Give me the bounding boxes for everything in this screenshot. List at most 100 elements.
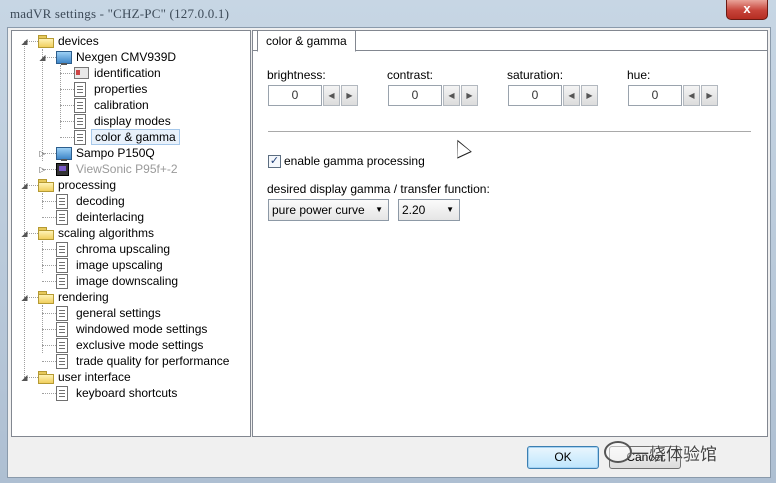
saturation-increase-button[interactable]: ▶ — [581, 85, 598, 106]
gamma-value: 2.20 — [402, 203, 426, 217]
tree-item[interactable]: keyboard shortcuts — [12, 385, 248, 401]
tree-item[interactable]: ◢ scaling algorithms — [12, 225, 248, 241]
gamma-processing-checkbox[interactable]: ✓ — [268, 155, 281, 168]
collapse-arrow-icon[interactable]: ◢ — [20, 181, 29, 190]
settings-tree[interactable]: ◢ devices ◢ Nexgen CMV939D identification pro… — [11, 30, 251, 437]
tree-item[interactable]: decoding — [12, 193, 248, 209]
ok-button[interactable]: OK — [527, 446, 599, 469]
collapse-arrow-icon[interactable]: ◢ — [20, 373, 29, 382]
tree-item-label: decoding — [76, 194, 125, 208]
tree-item[interactable]: color & gamma — [12, 129, 248, 145]
brightness-increase-button[interactable]: ▶ — [341, 85, 358, 106]
tree-item[interactable]: ◢ processing — [12, 177, 248, 193]
tree-guide-line — [60, 105, 74, 106]
document-icon — [56, 386, 68, 401]
saturation-input[interactable]: 0 — [508, 85, 562, 106]
window-title: madVR settings - "CHZ-PC" (127.0.0.1) — [10, 6, 230, 21]
tab-color-gamma[interactable]: color & gamma — [257, 30, 356, 52]
tree-item[interactable]: windowed mode settings — [12, 321, 248, 337]
tree-item-label: properties — [94, 82, 148, 96]
tree-item[interactable]: ◢ devices — [12, 33, 248, 49]
separator — [268, 131, 751, 132]
tree-item-label: color & gamma — [91, 129, 180, 145]
brightness-label: brightness: — [267, 68, 326, 82]
collapse-arrow-icon[interactable]: ◢ — [20, 293, 29, 302]
curve-type-select[interactable]: pure power curve ▼ — [268, 199, 389, 221]
tree-item-label: chroma upscaling — [76, 242, 171, 256]
tree-item-label: user interface — [58, 370, 131, 384]
tree-item[interactable]: identification — [12, 65, 248, 81]
document-icon — [56, 274, 68, 289]
document-icon — [56, 210, 68, 225]
tree-item[interactable]: exclusive mode settings — [12, 337, 248, 353]
tv-icon — [56, 163, 69, 176]
tree-item[interactable]: trade quality for performance — [12, 353, 248, 369]
contrast-decrease-button[interactable]: ◀ — [443, 85, 460, 106]
tree-item[interactable]: ◢ user interface — [12, 369, 248, 385]
tree-item[interactable]: calibration — [12, 97, 248, 113]
chevron-down-icon: ▼ — [446, 205, 454, 214]
tree-item-label: Sampo P150Q — [76, 146, 155, 160]
tree-item-label: scaling algorithms — [58, 226, 155, 240]
collapse-arrow-icon[interactable]: ◢ — [20, 37, 29, 46]
gamma-processing-label[interactable]: enable gamma processing — [284, 154, 425, 168]
tree-item[interactable]: ◢ rendering — [12, 289, 248, 305]
tree-guide-line — [42, 249, 56, 250]
tree-item[interactable]: image downscaling — [12, 273, 248, 289]
expand-arrow-icon[interactable]: ▷ — [38, 165, 47, 174]
expand-arrow-icon[interactable]: ▷ — [38, 149, 47, 158]
brightness-input[interactable]: 0 — [268, 85, 322, 106]
saturation-decrease-button[interactable]: ◀ — [563, 85, 580, 106]
tree-item-label: calibration — [94, 98, 149, 112]
hue-increase-button[interactable]: ▶ — [701, 85, 718, 106]
folder-icon — [38, 291, 54, 304]
gamma-value-select[interactable]: 2.20 ▼ — [398, 199, 460, 221]
tree-item-label: image upscaling — [76, 258, 163, 272]
tree-item[interactable]: deinterlacing — [12, 209, 248, 225]
tree-item-label: rendering — [58, 290, 109, 304]
gamma-function-label: desired display gamma / transfer functio… — [267, 182, 490, 196]
tree-item-label: general settings — [76, 306, 161, 320]
tree-guide-line — [60, 73, 74, 74]
hue-input[interactable]: 0 — [628, 85, 682, 106]
hue-decrease-button[interactable]: ◀ — [683, 85, 700, 106]
collapse-arrow-icon[interactable]: ◢ — [38, 53, 47, 62]
tree-item[interactable]: general settings — [12, 305, 248, 321]
tree-item-label: display modes — [94, 114, 171, 128]
contrast-input[interactable]: 0 — [388, 85, 442, 106]
brightness-decrease-button[interactable]: ◀ — [323, 85, 340, 106]
collapse-arrow-icon[interactable]: ◢ — [20, 229, 29, 238]
tree-guide-line — [42, 393, 56, 394]
hue-label: hue: — [627, 68, 651, 82]
tree-item[interactable]: properties — [12, 81, 248, 97]
tree-item-label: keyboard shortcuts — [76, 386, 178, 400]
folder-icon — [38, 179, 54, 192]
tree-guide-line — [60, 89, 74, 90]
tree-item-label: trade quality for performance — [76, 354, 230, 368]
settings-window: madVR settings - "CHZ-PC" (127.0.0.1) x … — [0, 0, 776, 483]
tree-guide-line — [42, 313, 56, 314]
curve-type-value: pure power curve — [272, 203, 365, 217]
monitor-icon — [56, 51, 72, 65]
tree-guide-line — [42, 265, 56, 266]
document-icon — [56, 194, 68, 209]
close-button[interactable]: x — [726, 0, 768, 20]
tree-item-label: devices — [58, 34, 99, 48]
contrast-increase-button[interactable]: ▶ — [461, 85, 478, 106]
folder-icon — [38, 371, 54, 384]
document-icon — [74, 82, 86, 97]
tree-item[interactable]: ▷ Sampo P150Q — [12, 145, 248, 161]
tree-guide-line — [42, 329, 56, 330]
tree-item[interactable]: image upscaling — [12, 257, 248, 273]
client-area: ◢ devices ◢ Nexgen CMV939D identification pro… — [7, 27, 771, 478]
tree-item[interactable]: ▷ ViewSonic P95f+-2 — [12, 161, 248, 177]
tree-item[interactable]: display modes — [12, 113, 248, 129]
tree-item[interactable]: ◢ Nexgen CMV939D — [12, 49, 248, 65]
document-icon — [74, 98, 86, 113]
tree-guide-line — [42, 217, 56, 218]
document-icon — [56, 322, 68, 337]
title-bar[interactable]: madVR settings - "CHZ-PC" (127.0.0.1) x — [0, 0, 776, 26]
document-icon — [56, 338, 68, 353]
id-card-icon — [74, 67, 89, 79]
tree-item[interactable]: chroma upscaling — [12, 241, 248, 257]
